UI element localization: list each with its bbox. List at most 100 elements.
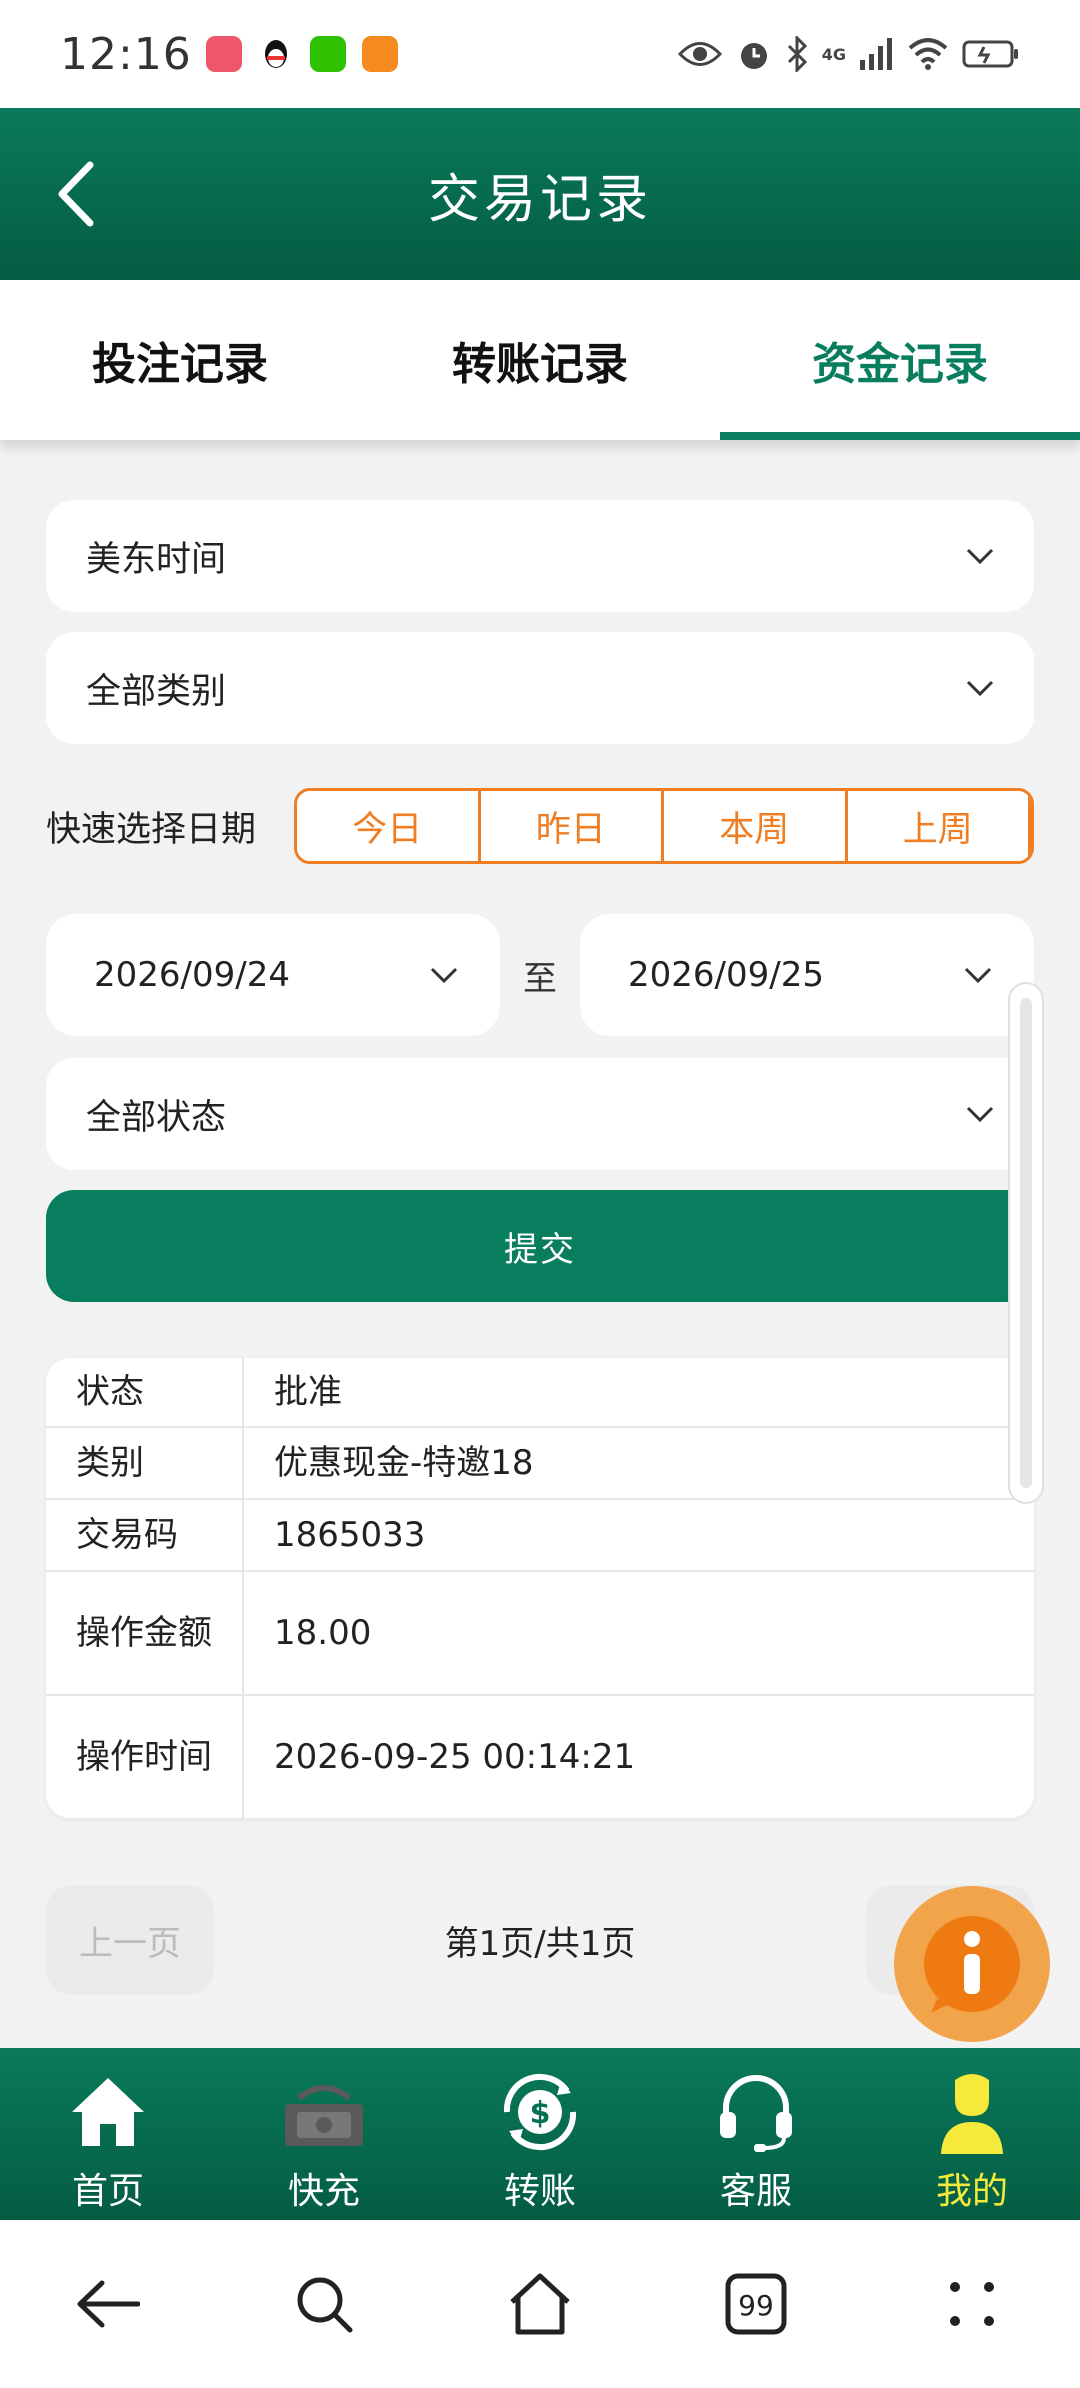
quick-date-label: 快速选择日期 bbox=[46, 809, 257, 850]
tabs-count-icon: 99 bbox=[725, 2273, 787, 2335]
quick-date-options: 今日 昨日 本周 上周 bbox=[294, 788, 1034, 864]
record-value: 1865033 bbox=[274, 1515, 426, 1555]
end-date-value: 2026/09/25 bbox=[628, 955, 824, 995]
date-separator: 至 bbox=[523, 958, 557, 999]
record-row-status: 状态 批准 bbox=[46, 1358, 1034, 1428]
bottom-tab-label: 转账 bbox=[503, 2171, 576, 2212]
record-card: 状态 批准 类别 优惠现金-特邀18 交易码 1865033 操作金额 18.0… bbox=[46, 1358, 1034, 1818]
record-value: 优惠现金-特邀18 bbox=[274, 1443, 534, 1483]
search-icon bbox=[297, 2277, 353, 2333]
quick-date-row: 快速选择日期 今日 昨日 本周 上周 bbox=[46, 786, 1034, 866]
tab-fund-records[interactable]: 资金记录 bbox=[720, 280, 1080, 440]
record-key: 交易码 bbox=[46, 1500, 244, 1570]
start-date-select[interactable]: 2026/09/24 bbox=[46, 914, 500, 1036]
info-floating-button[interactable] bbox=[894, 1886, 1050, 2042]
info-icon bbox=[924, 1916, 1020, 2013]
bottom-tab-profile[interactable]: 我的 bbox=[864, 2048, 1080, 2220]
record-row-time: 操作时间 2026-09-25 00:14:21 bbox=[46, 1696, 1034, 1818]
battery-icon bbox=[962, 40, 1018, 68]
bottom-tab-label: 客服 bbox=[719, 2171, 792, 2212]
status-value: 全部状态 bbox=[86, 1097, 227, 1138]
bottom-tab-quick-deposit[interactable]: 快充 bbox=[216, 2048, 432, 2220]
app-header: 交易记录 bbox=[0, 108, 1080, 280]
record-row-transaction-code: 交易码 1865033 bbox=[46, 1500, 1034, 1572]
deposit-icon bbox=[285, 2085, 363, 2146]
pagination: 上一页 第1页/共1页 bbox=[46, 1884, 1034, 1996]
timezone-value: 美东时间 bbox=[86, 539, 227, 580]
bluetooth-icon bbox=[787, 36, 807, 72]
quick-date-this-week[interactable]: 本周 bbox=[664, 791, 848, 861]
record-key: 操作金额 bbox=[46, 1572, 244, 1694]
start-date-value: 2026/09/24 bbox=[94, 955, 290, 995]
chevron-down-icon bbox=[966, 680, 994, 696]
record-row-amount: 操作金额 18.00 bbox=[46, 1572, 1034, 1696]
scrollbar-thumb[interactable] bbox=[1020, 998, 1032, 1488]
back-button[interactable] bbox=[56, 160, 120, 228]
dots-grid-icon bbox=[950, 2282, 994, 2326]
record-key: 类别 bbox=[46, 1428, 244, 1498]
user-icon bbox=[941, 2074, 1003, 2154]
qq-icon bbox=[258, 36, 294, 72]
record-key: 状态 bbox=[46, 1358, 244, 1426]
bottom-tab-support[interactable]: 客服 bbox=[648, 2048, 864, 2220]
record-value: 批准 bbox=[274, 1372, 342, 1412]
wechat-icon bbox=[309, 36, 346, 72]
bottom-tab-label: 快充 bbox=[287, 2171, 360, 2212]
record-value: 18.00 bbox=[274, 1613, 372, 1653]
tab-bet-records[interactable]: 投注记录 bbox=[0, 280, 360, 440]
shopping-app-icon bbox=[205, 36, 242, 72]
status-app-icons bbox=[205, 36, 398, 72]
chevron-down-icon bbox=[966, 548, 994, 564]
status-select[interactable]: 全部状态 bbox=[46, 1058, 1034, 1170]
chevron-down-icon bbox=[964, 967, 992, 983]
chevron-left-icon bbox=[58, 161, 94, 227]
bottom-tab-label: 我的 bbox=[935, 2171, 1008, 2212]
scrollbar[interactable] bbox=[1008, 982, 1044, 1504]
quick-date-today[interactable]: 今日 bbox=[297, 791, 481, 861]
quick-date-last-week[interactable]: 上周 bbox=[847, 791, 1031, 861]
headset-icon bbox=[720, 2075, 792, 2152]
status-system-icons: 4G bbox=[677, 36, 1020, 72]
wifi-icon bbox=[908, 38, 948, 70]
eye-icon bbox=[677, 42, 722, 66]
bottom-tab-transfer[interactable]: $ 转账 bbox=[432, 2048, 648, 2220]
record-tabs: 投注记录 转账记录 资金记录 bbox=[0, 280, 1080, 440]
record-key: 操作时间 bbox=[46, 1696, 244, 1818]
chevron-down-icon bbox=[966, 1106, 994, 1122]
bottom-tab-bar: 首页 快充 $ 转账 客服 我的 bbox=[0, 2048, 1080, 2220]
status-time: 12:16 bbox=[60, 28, 192, 80]
nav-home-button[interactable] bbox=[490, 2254, 590, 2354]
transfer-icon: $ bbox=[503, 2073, 577, 2151]
page-info: 第1页/共1页 bbox=[444, 1923, 636, 1964]
category-select[interactable]: 全部类别 bbox=[46, 632, 1034, 744]
arrow-left-icon bbox=[77, 2280, 140, 2328]
chevron-down-icon bbox=[430, 967, 458, 983]
bottom-tab-label: 首页 bbox=[71, 2171, 144, 2212]
record-value: 2026-09-25 00:14:21 bbox=[274, 1737, 636, 1777]
house-outline-icon bbox=[510, 2273, 570, 2335]
nav-search-button[interactable] bbox=[274, 2254, 374, 2354]
main-content: 美东时间 全部类别 快速选择日期 今日 昨日 本周 上周 2026/09/24 … bbox=[0, 440, 1080, 2048]
page-title: 交易记录 bbox=[427, 169, 652, 230]
submit-button[interactable]: 提交 bbox=[46, 1190, 1034, 1302]
network-type: 4G bbox=[821, 44, 846, 64]
nav-tabs-button[interactable]: 99 bbox=[706, 2254, 806, 2354]
alarm-icon bbox=[740, 43, 767, 69]
timezone-select[interactable]: 美东时间 bbox=[46, 500, 1034, 612]
record-row-category: 类别 优惠现金-特邀18 bbox=[46, 1428, 1034, 1500]
quick-date-yesterday[interactable]: 昨日 bbox=[480, 791, 664, 861]
system-nav-bar: 99 bbox=[0, 2220, 1080, 2388]
home-icon bbox=[72, 2078, 144, 2146]
category-value: 全部类别 bbox=[86, 671, 227, 712]
prev-page-button[interactable]: 上一页 bbox=[46, 1885, 214, 1995]
svg-text:99: 99 bbox=[738, 2289, 774, 2322]
bottom-tab-home[interactable]: 首页 bbox=[0, 2048, 216, 2220]
svg-text:$: $ bbox=[530, 2096, 551, 2131]
tab-transfer-records[interactable]: 转账记录 bbox=[360, 280, 720, 440]
game-app-icon bbox=[361, 36, 398, 72]
nav-back-button[interactable] bbox=[58, 2254, 158, 2354]
status-bar: 12:16 4G bbox=[0, 0, 1080, 108]
signal-icon bbox=[860, 38, 892, 70]
nav-menu-button[interactable] bbox=[922, 2254, 1022, 2354]
end-date-select[interactable]: 2026/09/25 bbox=[580, 914, 1034, 1036]
